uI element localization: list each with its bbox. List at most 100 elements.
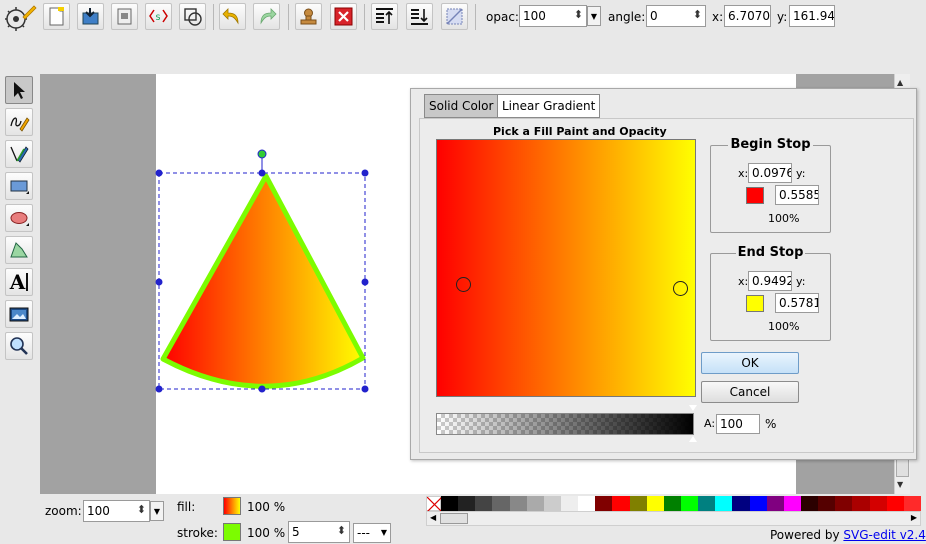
- y-input[interactable]: 161.945: [789, 5, 835, 27]
- scroll-right-icon[interactable]: ▶: [911, 513, 917, 522]
- opacity-slider[interactable]: [436, 413, 694, 435]
- end-stop-handle[interactable]: [673, 281, 688, 296]
- palette-color-swatch[interactable]: [475, 496, 493, 511]
- end-stop-x-input[interactable]: 0.94921: [748, 271, 792, 291]
- opacity-bottom-marker-icon[interactable]: [689, 436, 697, 442]
- scroll-up-icon[interactable]: ▲: [897, 78, 903, 87]
- palette-color-swatch[interactable]: [509, 496, 527, 511]
- resize-handle-n[interactable]: [258, 169, 266, 177]
- spinner-icon[interactable]: ⬍: [337, 524, 346, 537]
- scroll-thumb[interactable]: [896, 457, 909, 477]
- palette-color-swatch[interactable]: [629, 496, 647, 511]
- resize-handle-s[interactable]: [258, 385, 266, 393]
- stroke-color-swatch[interactable]: [223, 523, 241, 541]
- end-stop-y-input[interactable]: 0.57812: [775, 293, 819, 313]
- palette-color-swatch[interactable]: [869, 496, 887, 511]
- palette-scroll-thumb[interactable]: [440, 513, 468, 524]
- zoom-tool[interactable]: [5, 332, 33, 360]
- x-input[interactable]: 6.70703: [724, 5, 771, 27]
- palette-color-swatch[interactable]: [886, 496, 904, 511]
- alpha-input[interactable]: 100: [716, 414, 760, 434]
- palette-color-swatch[interactable]: [680, 496, 699, 511]
- spinner-icon[interactable]: ⬍: [574, 8, 583, 21]
- opacity-input[interactable]: 100 ⬍: [519, 5, 587, 27]
- begin-stop-handle[interactable]: [456, 277, 471, 292]
- cancel-button[interactable]: Cancel: [701, 381, 799, 403]
- svg-edit-logo-icon[interactable]: [5, 3, 37, 31]
- palette-scrollbar[interactable]: ◀ ▶: [426, 511, 921, 526]
- spinner-icon[interactable]: ⬍: [693, 8, 702, 21]
- move-to-bottom-button[interactable]: [406, 3, 433, 30]
- zoom-dropdown-button[interactable]: ▼: [150, 501, 164, 521]
- palette-color-swatch[interactable]: [458, 496, 476, 511]
- scroll-down-icon[interactable]: ▼: [897, 480, 903, 489]
- palette-color-swatch[interactable]: [818, 496, 836, 511]
- wireframe-button[interactable]: [179, 3, 206, 30]
- rotation-handle[interactable]: [257, 149, 267, 159]
- undo-button[interactable]: [219, 3, 246, 30]
- resize-handle-w[interactable]: [155, 278, 163, 286]
- tab-linear-gradient[interactable]: Linear Gradient: [497, 94, 601, 118]
- palette-color-swatch[interactable]: [543, 496, 561, 511]
- tab-solid-color[interactable]: Solid Color: [424, 94, 499, 118]
- spinner-icon[interactable]: ⬍: [137, 503, 146, 516]
- resize-handle-se[interactable]: [361, 385, 369, 393]
- ellipse-tool[interactable]: [5, 204, 33, 232]
- ok-button[interactable]: OK: [701, 352, 799, 374]
- palette-color-swatch[interactable]: [646, 496, 664, 511]
- begin-stop-x-input[interactable]: 0.09765: [748, 163, 792, 183]
- palette-color-swatch[interactable]: [715, 496, 733, 511]
- rectangle-tool[interactable]: [5, 172, 33, 200]
- palette-color-swatch[interactable]: [663, 496, 681, 511]
- resize-handle-ne[interactable]: [361, 169, 369, 177]
- end-stop-color-swatch[interactable]: [746, 295, 764, 312]
- stroke-width-input[interactable]: 5 ⬍: [288, 521, 350, 543]
- text-tool[interactable]: A: [5, 268, 33, 296]
- pencil-tool[interactable]: [5, 108, 33, 136]
- begin-stop-y-input[interactable]: 0.55859: [775, 185, 819, 205]
- resize-handle-nw[interactable]: [155, 169, 163, 177]
- palette-color-swatch[interactable]: [612, 496, 630, 511]
- palette-color-swatch[interactable]: [560, 496, 579, 511]
- resize-handle-sw[interactable]: [155, 385, 163, 393]
- redo-button[interactable]: [253, 3, 280, 30]
- palette-color-swatch[interactable]: [595, 496, 613, 511]
- move-to-top-button[interactable]: [371, 3, 398, 30]
- palette-color-swatch[interactable]: [852, 496, 870, 511]
- begin-stop-color-swatch[interactable]: [746, 187, 764, 204]
- open-button[interactable]: [77, 3, 104, 30]
- palette-color-swatch[interactable]: [732, 496, 750, 511]
- palette-color-swatch[interactable]: [800, 496, 819, 511]
- palette-color-swatch[interactable]: [526, 496, 544, 511]
- delete-button[interactable]: [330, 3, 357, 30]
- source-button[interactable]: s: [145, 3, 172, 30]
- stroke-dash-select[interactable]: --- ▼: [353, 523, 391, 543]
- palette-color-swatch[interactable]: [698, 496, 716, 511]
- fill-color-swatch[interactable]: [223, 497, 241, 515]
- palette-color-swatch[interactable]: [441, 496, 459, 511]
- gradient-preview[interactable]: [436, 139, 696, 397]
- palette-color-swatch[interactable]: [749, 496, 767, 511]
- select-tool[interactable]: [5, 76, 33, 104]
- new-document-button[interactable]: [43, 3, 70, 30]
- palette-color-swatch[interactable]: [835, 496, 853, 511]
- svg-edit-link[interactable]: SVG-edit v2.4: [843, 528, 926, 542]
- polygon-tool[interactable]: [5, 236, 33, 264]
- clone-button[interactable]: [295, 3, 322, 30]
- image-tool[interactable]: [5, 300, 33, 328]
- import-image-button[interactable]: [111, 3, 138, 30]
- convert-to-path-button[interactable]: [441, 3, 468, 30]
- zoom-input[interactable]: 100 ⬍: [83, 500, 150, 522]
- palette-color-swatch[interactable]: [766, 496, 784, 511]
- no-color-swatch[interactable]: [426, 496, 442, 512]
- palette-color-swatch[interactable]: [492, 496, 510, 511]
- angle-input[interactable]: 0 ⬍: [646, 5, 706, 27]
- opacity-top-marker-icon[interactable]: [689, 405, 697, 411]
- opacity-dropdown-button[interactable]: ▼: [587, 6, 601, 26]
- scroll-left-icon[interactable]: ◀: [430, 513, 436, 522]
- path-tool[interactable]: [5, 140, 33, 168]
- palette-color-swatch[interactable]: [783, 496, 801, 511]
- palette-color-swatch[interactable]: [903, 496, 921, 511]
- cone-shape[interactable]: [160, 173, 366, 389]
- resize-handle-e[interactable]: [361, 278, 369, 286]
